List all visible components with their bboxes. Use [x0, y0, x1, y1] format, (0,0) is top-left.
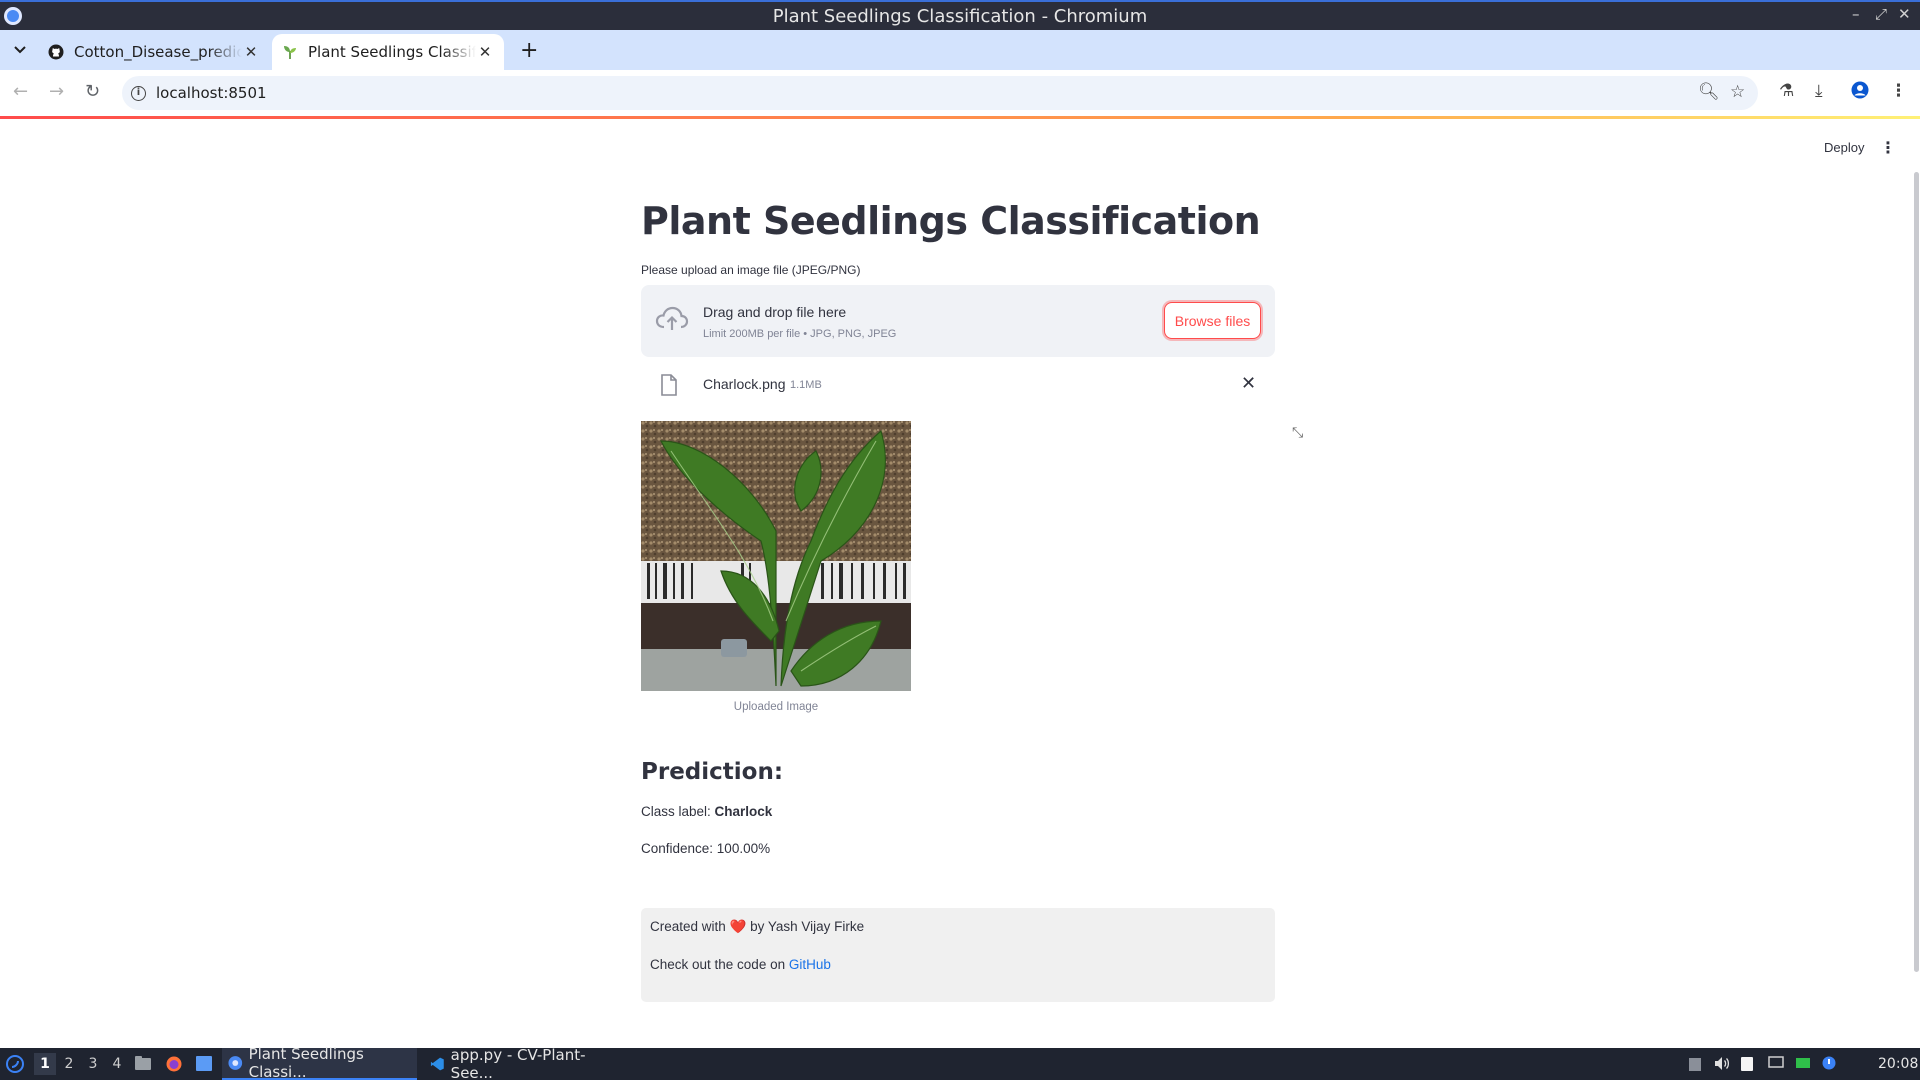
browser-menu-icon[interactable]: ⋮ — [1890, 81, 1907, 101]
workspace-3[interactable]: 3 — [82, 1053, 104, 1075]
prediction-heading: Prediction: — [641, 759, 784, 785]
file-dropzone[interactable]: Drag and drop file here Limit 200MB per … — [641, 285, 1275, 357]
tab-label: Plant Seedlings Classification — [308, 43, 476, 61]
dropzone-title: Drag and drop file here — [703, 304, 847, 320]
new-tab-button[interactable]: + — [520, 38, 538, 63]
tab-label: Cotton_Disease_prediction — [74, 43, 242, 61]
workspace-1[interactable]: 1 — [34, 1053, 56, 1075]
workspace-4[interactable]: 4 — [106, 1053, 128, 1075]
file-manager-icon[interactable] — [135, 1056, 151, 1071]
footer-box: Created with ❤️ by Yash Vijay Firke Chec… — [641, 908, 1275, 1002]
browse-files-button[interactable]: Browse files — [1164, 302, 1261, 339]
desktop-icon[interactable] — [196, 1056, 212, 1071]
app-menu-icon[interactable]: ⋮ — [1880, 138, 1896, 157]
start-menu-icon[interactable] — [6, 1055, 24, 1073]
seedling-icon — [282, 44, 298, 60]
task-vscode[interactable]: app.py - CV-Plant-See... — [424, 1046, 619, 1080]
reload-button[interactable]: ↻ — [85, 81, 100, 102]
task-label: app.py - CV-Plant-See... — [450, 1046, 586, 1080]
uploaded-file-row: Charlock.png 1.1MB ✕ — [641, 369, 1275, 401]
class-label-line: Class label: Charlock — [641, 804, 772, 819]
code-link-line: Check out the code on GitHub — [650, 957, 831, 972]
notification-icon[interactable] — [1822, 1056, 1837, 1071]
clipboard-icon[interactable] — [1688, 1056, 1703, 1071]
credits-prefix: Created with — [650, 919, 730, 934]
remove-file-button[interactable]: ✕ — [1241, 373, 1256, 394]
fullscreen-icon[interactable]: ⤡ — [1292, 425, 1303, 441]
taskbar: 1 2 3 4 Plant Seedlings Classi... app.py… — [0, 1045, 1920, 1080]
page-title: Plant Seedlings Classification — [641, 199, 1261, 243]
window-title: Plant Seedlings Classification - Chromiu… — [772, 6, 1148, 27]
notes-icon[interactable] — [1740, 1056, 1755, 1071]
volume-icon[interactable] — [1714, 1056, 1730, 1071]
chevron-down-icon — [14, 46, 26, 54]
download-icon[interactable]: ⤓ — [1815, 81, 1823, 101]
close-tab-icon[interactable]: ✕ — [242, 43, 260, 61]
code-prefix: Check out the code on — [650, 957, 789, 972]
labs-icon[interactable]: ⚗ — [1779, 81, 1794, 101]
uploaded-image — [641, 421, 911, 691]
task-chromium[interactable]: Plant Seedlings Classi... — [222, 1045, 417, 1080]
scrollbar[interactable] — [1914, 172, 1919, 972]
vscode-icon — [430, 1057, 444, 1071]
back-button[interactable]: ← — [13, 81, 28, 102]
github-link[interactable]: GitHub — [789, 957, 831, 972]
display-icon[interactable] — [1768, 1056, 1784, 1071]
image-caption: Uploaded Image — [733, 701, 819, 713]
firefox-icon[interactable] — [166, 1056, 182, 1072]
site-info-icon[interactable]: i — [131, 85, 146, 101]
profile-icon[interactable] — [1851, 81, 1869, 104]
clock: 20:08 — [1878, 1056, 1919, 1072]
tab-strip: Cotton_Disease_prediction ✕ Plant Seedli… — [0, 30, 1920, 70]
upload-label: Please upload an image file (JPEG/PNG) — [641, 263, 861, 277]
credits-suffix: by Yash Vijay Firke — [746, 919, 865, 934]
deploy-button[interactable]: Deploy — [1824, 140, 1864, 155]
cloud-upload-icon — [655, 305, 689, 338]
app-header-decoration — [0, 116, 1920, 119]
minimize-button[interactable]: – — [1852, 5, 1860, 23]
file-icon — [660, 374, 678, 401]
task-label: Plant Seedlings Classi... — [248, 1045, 364, 1080]
confidence-line: Confidence: 100.00% — [641, 841, 771, 856]
window-title-bar: Plant Seedlings Classification - Chromiu… — [0, 0, 1920, 30]
class-label-value: Charlock — [714, 804, 773, 819]
battery-icon[interactable] — [1795, 1056, 1810, 1071]
close-tab-icon[interactable]: ✕ — [476, 43, 494, 61]
class-label-prefix: Class label: — [641, 804, 715, 819]
workspace-2[interactable]: 2 — [58, 1053, 80, 1075]
url-text[interactable]: localhost:8501 — [156, 84, 267, 102]
file-size: 1.1MB — [790, 379, 822, 391]
address-bar[interactable]: i localhost:8501 🔍︎ ☆ — [122, 76, 1758, 110]
close-window-button[interactable]: ✕ — [1898, 5, 1911, 23]
file-name: Charlock.png — [703, 376, 786, 392]
maximize-button[interactable]: ⤢ — [1875, 5, 1887, 23]
dropzone-limit: Limit 200MB per file • JPG, PNG, JPEG — [703, 328, 897, 340]
chromium-icon — [228, 1056, 243, 1070]
github-icon — [48, 44, 64, 60]
heart-icon: ❤️ — [729, 919, 747, 934]
tab-plant-seedlings[interactable]: Plant Seedlings Classification ✕ — [272, 34, 504, 70]
tab-search-button[interactable] — [11, 41, 29, 59]
bookmark-star-icon[interactable]: ☆ — [1730, 82, 1745, 102]
zoom-icon[interactable]: 🔍︎ — [1698, 82, 1720, 102]
credits-line: Created with ❤️ by Yash Vijay Firke — [650, 919, 864, 935]
tab-cotton-disease[interactable]: Cotton_Disease_prediction ✕ — [38, 34, 270, 70]
forward-button[interactable]: → — [49, 81, 64, 102]
browser-toolbar: ← → ↻ i localhost:8501 🔍︎ ☆ ⚗ ⤓ ⋮ — [0, 70, 1920, 116]
